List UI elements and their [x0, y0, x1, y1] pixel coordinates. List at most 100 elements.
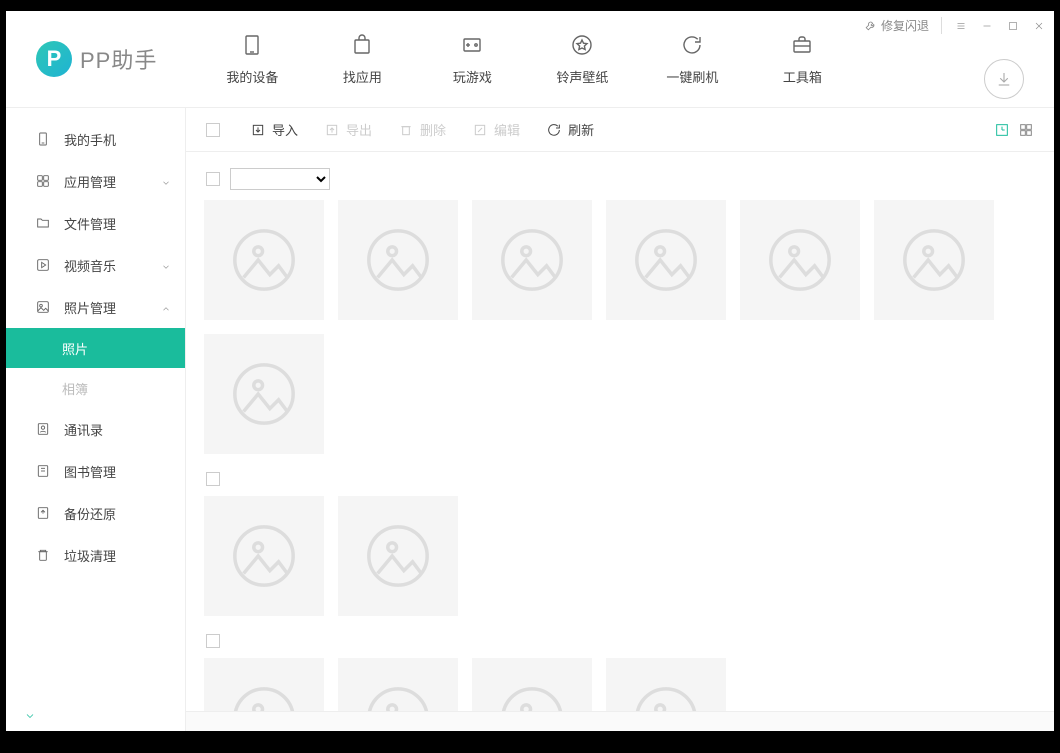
sidebar-item-trash[interactable]: 垃圾清理 — [6, 534, 185, 576]
close-button[interactable] — [1032, 19, 1046, 33]
nav-label: 找应用 — [343, 67, 382, 86]
sidebar-item-backup[interactable]: 备份还原 — [6, 492, 185, 534]
sidebar-label: 图书管理 — [64, 462, 116, 481]
refresh-button[interactable]: 刷新 — [536, 116, 604, 143]
nav-tab-wallpaper[interactable]: 铃声壁纸 — [527, 33, 637, 86]
refresh-icon — [546, 122, 562, 138]
trash-icon — [34, 546, 52, 564]
menu-button[interactable] — [954, 19, 968, 33]
nav-label: 铃声壁纸 — [556, 67, 608, 86]
body: 我的手机 应用管理 文件管理 视频音乐 照片管理 照片 — [6, 108, 1054, 731]
group-checkbox[interactable] — [206, 634, 220, 648]
window-controls: 修复闪退 — [864, 17, 1046, 34]
btn-label: 刷新 — [568, 120, 594, 139]
photo-grid — [204, 200, 1036, 454]
download-button[interactable] — [984, 59, 1024, 99]
view-toggle — [994, 122, 1034, 138]
photo-thumbnail[interactable] — [204, 200, 324, 320]
fix-label: 修复闪退 — [881, 17, 929, 34]
nav-tab-toolbox[interactable]: 工具箱 — [747, 33, 857, 86]
sidebar-sub-albums[interactable]: 相簿 — [6, 368, 185, 408]
star-icon — [570, 33, 594, 57]
image-icon — [34, 298, 52, 316]
photo-thumbnail[interactable] — [874, 200, 994, 320]
group-header — [206, 472, 1036, 486]
header: P PP助手 我的设备 找应用 玩游戏 铃声壁纸 一键刷机 — [6, 11, 1054, 108]
logo-icon: P — [36, 41, 72, 77]
photo-thumbnail[interactable] — [472, 658, 592, 711]
app-window: P PP助手 我的设备 找应用 玩游戏 铃声壁纸 一键刷机 — [6, 11, 1054, 731]
select-all-checkbox[interactable] — [206, 123, 220, 137]
group-header — [206, 168, 1036, 190]
photo-thumbnail[interactable] — [338, 658, 458, 711]
folder-icon — [34, 214, 52, 232]
minimize-button[interactable] — [980, 19, 994, 33]
chevron-down-icon — [161, 176, 171, 186]
group-checkbox[interactable] — [206, 172, 220, 186]
photo-grid — [204, 496, 1036, 616]
sidebar-footer-toggle[interactable] — [24, 709, 36, 727]
view-timeline-button[interactable] — [994, 122, 1010, 138]
nav-label: 一键刷机 — [666, 67, 718, 86]
nav-tab-games[interactable]: 玩游戏 — [417, 33, 527, 86]
sidebar-item-media[interactable]: 视频音乐 — [6, 244, 185, 286]
nav-tab-device[interactable]: 我的设备 — [197, 33, 307, 86]
photo-thumbnail[interactable] — [606, 658, 726, 711]
maximize-button[interactable] — [1006, 19, 1020, 33]
export-button[interactable]: 导出 — [314, 116, 382, 143]
apps-icon — [34, 172, 52, 190]
view-grid-button[interactable] — [1018, 122, 1034, 138]
logo: P PP助手 — [6, 11, 187, 107]
sidebar-item-photo-mgmt[interactable]: 照片管理 — [6, 286, 185, 328]
photo-scroll-area[interactable] — [186, 152, 1054, 711]
trash-icon — [398, 122, 414, 138]
sidebar-item-file-mgmt[interactable]: 文件管理 — [6, 202, 185, 244]
group-select[interactable] — [230, 168, 330, 190]
fix-crash-button[interactable]: 修复闪退 — [864, 17, 942, 34]
device-icon — [240, 33, 264, 57]
delete-button[interactable]: 删除 — [388, 116, 456, 143]
import-icon — [250, 122, 266, 138]
content: 导入 导出 删除 编辑 刷新 — [186, 108, 1054, 731]
photo-thumbnail[interactable] — [338, 200, 458, 320]
sidebar-label: 照片管理 — [64, 298, 116, 317]
photo-thumbnail[interactable] — [204, 334, 324, 454]
photo-thumbnail[interactable] — [204, 496, 324, 616]
import-button[interactable]: 导入 — [240, 116, 308, 143]
sidebar-item-contacts[interactable]: 通讯录 — [6, 408, 185, 450]
backup-icon — [34, 504, 52, 522]
phone-icon — [34, 130, 52, 148]
edit-button[interactable]: 编辑 — [462, 116, 530, 143]
group-header — [206, 634, 1036, 648]
contacts-icon — [34, 420, 52, 438]
group-checkbox[interactable] — [206, 472, 220, 486]
nav-label: 玩游戏 — [453, 67, 492, 86]
photo-thumbnail[interactable] — [338, 496, 458, 616]
toolbox-icon — [790, 33, 814, 57]
edit-icon — [472, 122, 488, 138]
photo-thumbnail[interactable] — [204, 658, 324, 711]
chevron-down-icon — [24, 710, 36, 722]
sidebar-label: 通讯录 — [64, 420, 103, 439]
toolbar: 导入 导出 删除 编辑 刷新 — [186, 108, 1054, 152]
btn-label: 删除 — [420, 120, 446, 139]
bag-icon — [350, 33, 374, 57]
photo-grid — [204, 658, 1036, 711]
photo-thumbnail[interactable] — [472, 200, 592, 320]
nav-label: 工具箱 — [783, 67, 822, 86]
sidebar-item-phone[interactable]: 我的手机 — [6, 118, 185, 160]
sidebar-sub-photos[interactable]: 照片 — [6, 328, 185, 368]
photo-thumbnail[interactable] — [606, 200, 726, 320]
chevron-up-icon — [161, 302, 171, 312]
wrench-icon — [864, 19, 877, 32]
photo-thumbnail[interactable] — [740, 200, 860, 320]
nav-tab-flash[interactable]: 一键刷机 — [637, 33, 747, 86]
btn-label: 导入 — [272, 120, 298, 139]
sidebar-item-books[interactable]: 图书管理 — [6, 450, 185, 492]
sidebar-label: 文件管理 — [64, 214, 116, 233]
game-icon — [460, 33, 484, 57]
book-icon — [34, 462, 52, 480]
sidebar-label: 垃圾清理 — [64, 546, 116, 565]
sidebar-item-app-mgmt[interactable]: 应用管理 — [6, 160, 185, 202]
nav-tab-apps[interactable]: 找应用 — [307, 33, 417, 86]
